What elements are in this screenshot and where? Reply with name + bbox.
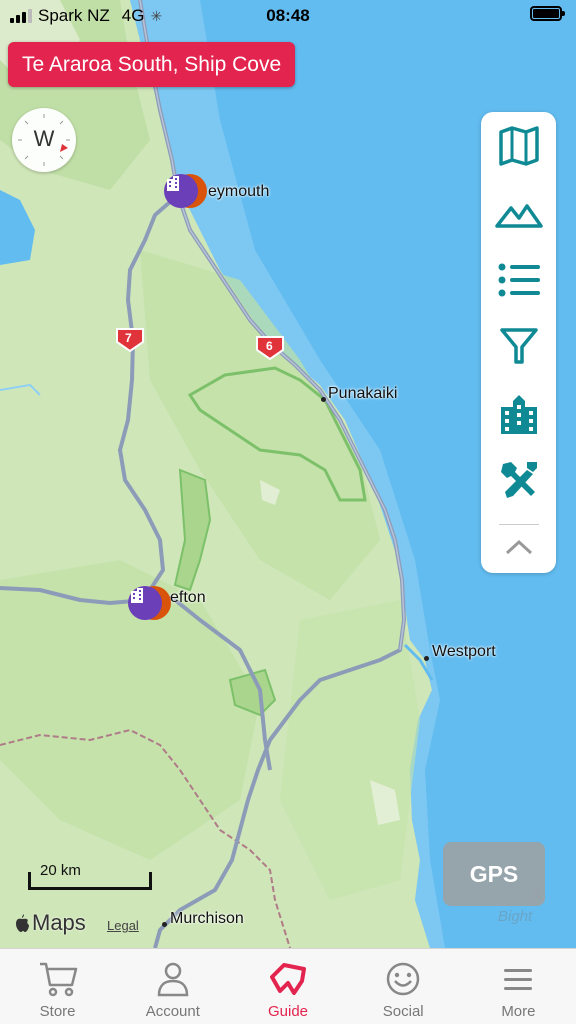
building-icon xyxy=(500,395,537,434)
list-icon xyxy=(498,263,540,297)
punakaiki-dot xyxy=(321,397,326,402)
tab-label-guide: Guide xyxy=(267,1003,309,1020)
tab-label-social: Social xyxy=(382,1003,424,1020)
tools-icon xyxy=(500,462,537,498)
filter-icon xyxy=(499,328,538,364)
tab-guide[interactable]: Guide xyxy=(230,949,345,1024)
tab-social[interactable]: Social xyxy=(346,949,461,1024)
map-scale: 20 km xyxy=(28,860,152,890)
elevation-button[interactable] xyxy=(481,184,556,244)
list-button[interactable] xyxy=(481,250,556,310)
tab-bar: Store Account Guide Social More xyxy=(0,948,576,1024)
smiley-icon xyxy=(386,962,420,996)
scale-bar xyxy=(28,872,152,890)
tab-label-store: Store xyxy=(39,1003,76,1020)
person-icon xyxy=(157,962,189,997)
collapse-toolbar-button[interactable] xyxy=(481,522,556,572)
mountain-icon xyxy=(494,204,543,228)
status-time: 08:48 xyxy=(266,6,310,25)
maps-attribution: Maps xyxy=(32,910,86,935)
accommodation-button[interactable] xyxy=(481,384,556,444)
reefton-label: efton xyxy=(170,589,206,606)
legal-link[interactable]: Legal xyxy=(107,918,139,933)
tools-button[interactable] xyxy=(481,450,556,510)
reymouth-label: eymouth xyxy=(208,183,270,200)
gps-button[interactable]: GPS xyxy=(443,842,545,906)
bight-label-b: Bight xyxy=(498,908,533,925)
apple-maps-logo: Maps xyxy=(14,910,86,936)
highway-7-label: 7 xyxy=(125,331,132,345)
compass-direction: W xyxy=(33,126,55,151)
status-bar: Spark NZ 4G ✳ 08:48 xyxy=(0,0,576,34)
accommodation-marker-reefton[interactable] xyxy=(128,586,171,620)
filter-button[interactable] xyxy=(481,316,556,376)
highway-6-label: 6 xyxy=(266,339,273,353)
murchison-label: Murchison xyxy=(170,910,244,927)
punakaiki-label: Punakaiki xyxy=(328,385,398,402)
accommodation-marker-reymouth[interactable] xyxy=(164,174,207,208)
guide-icon xyxy=(270,963,306,995)
tab-label-account: Account xyxy=(145,1003,200,1020)
cart-icon xyxy=(39,962,77,997)
murchison-dot xyxy=(162,922,167,927)
battery-icon xyxy=(530,6,565,21)
building-icon xyxy=(164,174,198,208)
apple-icon xyxy=(16,914,29,932)
route-banner[interactable]: Te Araroa South, Ship Cove xyxy=(8,42,296,87)
tab-store[interactable]: Store xyxy=(0,949,115,1024)
compass-button[interactable]: W xyxy=(12,108,76,172)
map-icon xyxy=(498,126,539,166)
tab-account[interactable]: Account xyxy=(115,949,230,1024)
tab-label-more: More xyxy=(501,1003,536,1020)
tab-more[interactable]: More xyxy=(461,949,576,1024)
building-icon xyxy=(128,586,162,620)
westport-label: Westport xyxy=(432,643,496,660)
chevron-up-icon xyxy=(505,539,532,555)
map-layers-button[interactable] xyxy=(481,116,556,176)
map-toolbar xyxy=(481,112,556,573)
westport-dot xyxy=(424,656,429,661)
menu-icon xyxy=(504,969,533,990)
